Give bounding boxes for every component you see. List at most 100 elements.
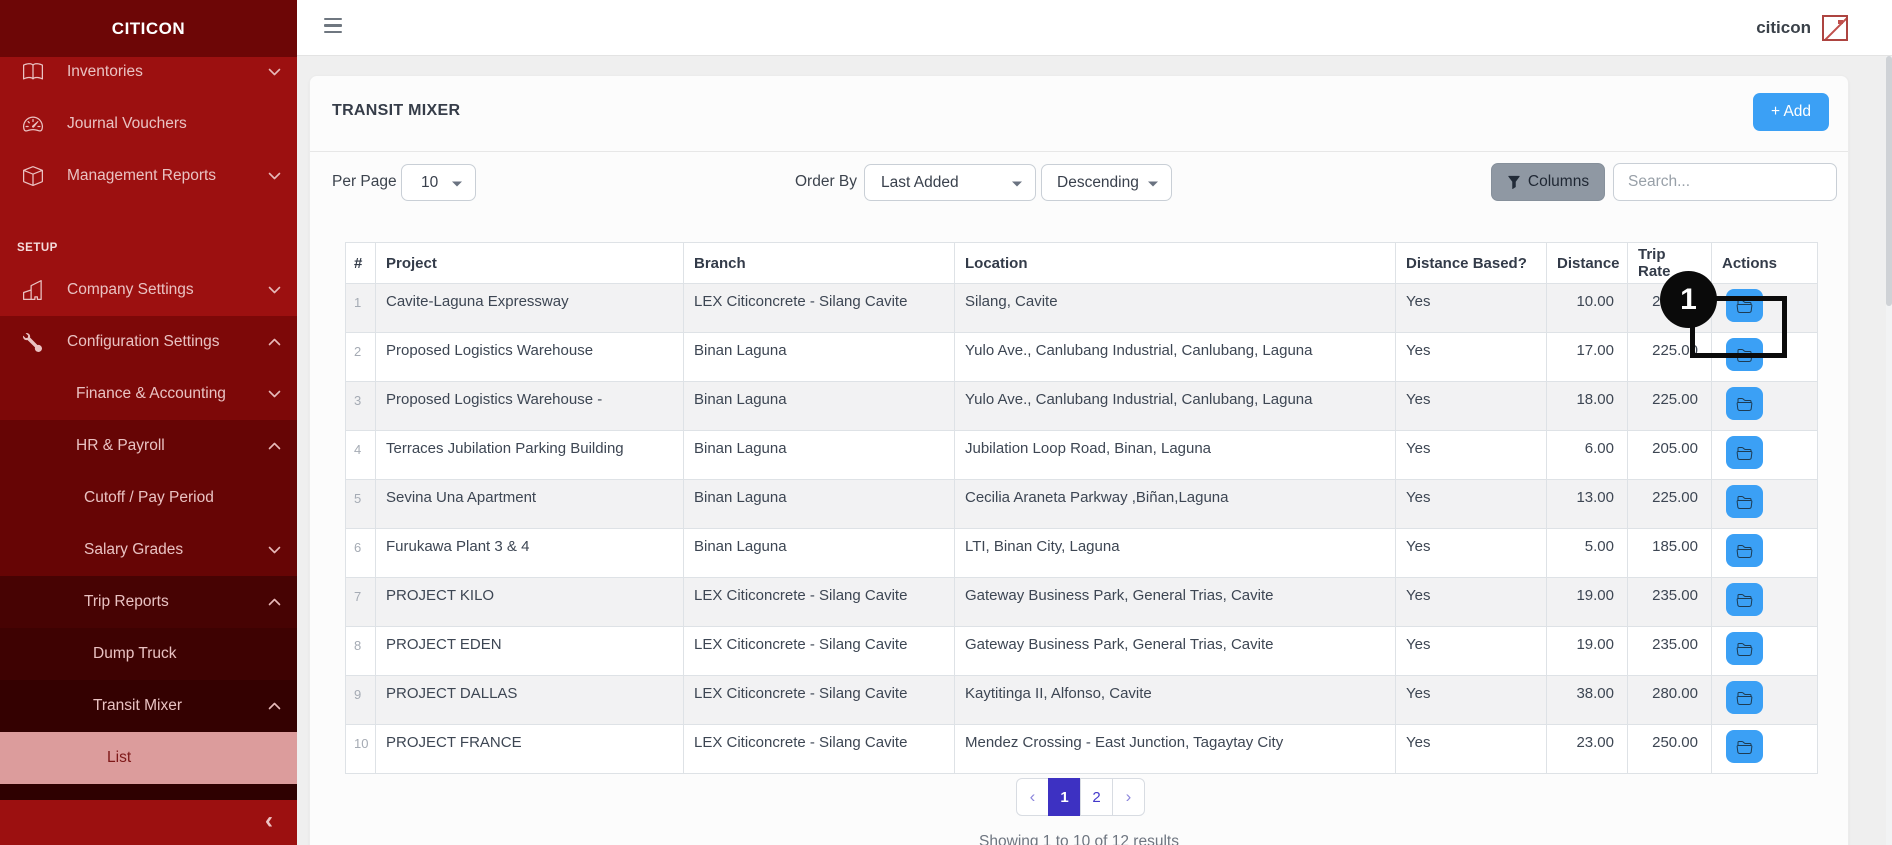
row-number: 9 bbox=[346, 676, 376, 725]
topbar: citicon bbox=[297, 0, 1892, 56]
trip-rate-cell: 225.00 bbox=[1628, 480, 1712, 529]
folder-open-icon bbox=[1736, 690, 1753, 706]
location-cell: Cecilia Araneta Parkway ,Biñan,Laguna bbox=[955, 480, 1396, 529]
distance-cell: 5.00 bbox=[1547, 529, 1628, 578]
gauge-icon bbox=[23, 113, 45, 135]
sidebar-item-dump-truck[interactable]: Dump Truck bbox=[0, 628, 297, 680]
sidebar-footer: ‹ bbox=[0, 800, 297, 845]
table-row: 9PROJECT DALLASLEX Citiconcrete - Silang… bbox=[346, 676, 1818, 725]
chevron-down-icon bbox=[452, 181, 462, 186]
sidebar-item-management-reports[interactable]: Management Reports bbox=[0, 150, 297, 202]
project-cell: PROJECT EDEN bbox=[376, 627, 684, 676]
project-cell: Terraces Jubilation Parking Building bbox=[376, 431, 684, 480]
chevron-down-icon bbox=[268, 68, 281, 77]
distance-based-cell: Yes bbox=[1396, 431, 1547, 480]
distance-based-cell: Yes bbox=[1396, 382, 1547, 431]
scrollbar-thumb[interactable] bbox=[1886, 56, 1892, 306]
sidebar-item-label: Cutoff / Pay Period bbox=[84, 489, 214, 507]
page-2[interactable]: 2 bbox=[1080, 778, 1113, 816]
branch-cell: Binan Laguna bbox=[684, 480, 955, 529]
folder-open-icon bbox=[1736, 445, 1753, 461]
sidebar-item-trip-reports[interactable]: Trip Reports bbox=[0, 576, 297, 628]
distance-based-cell: Yes bbox=[1396, 333, 1547, 382]
location-cell: Kaytitinga II, Alfonso, Cavite bbox=[955, 676, 1396, 725]
column-header-location: Location bbox=[955, 243, 1396, 284]
pagination: ‹12› bbox=[1016, 778, 1145, 816]
column-header-project: Project bbox=[376, 243, 684, 284]
collapse-sidebar-icon[interactable]: ‹ bbox=[265, 809, 273, 833]
open-record-button[interactable] bbox=[1726, 730, 1763, 763]
column-header-distance-based: Distance Based? bbox=[1396, 243, 1547, 284]
order-by-select[interactable]: Last Added bbox=[864, 164, 1036, 201]
location-cell: Gateway Business Park, General Trias, Ca… bbox=[955, 627, 1396, 676]
open-record-button[interactable] bbox=[1726, 387, 1763, 420]
per-page-value: 10 bbox=[421, 174, 438, 192]
sidebar-item-finance-accounting[interactable]: Finance & Accounting bbox=[0, 368, 297, 420]
distance-based-cell: Yes bbox=[1396, 529, 1547, 578]
page-1[interactable]: 1 bbox=[1048, 778, 1081, 816]
location-cell: Silang, Cavite bbox=[955, 284, 1396, 333]
chevron-up-icon bbox=[268, 442, 281, 451]
location-cell: Yulo Ave., Canlubang Industrial, Canluba… bbox=[955, 382, 1396, 431]
sidebar-item-label: Management Reports bbox=[67, 167, 216, 185]
open-record-button[interactable] bbox=[1726, 485, 1763, 518]
distance-cell: 19.00 bbox=[1547, 578, 1628, 627]
sidebar-item-label: HR & Payroll bbox=[76, 437, 165, 455]
scrollbar[interactable] bbox=[1886, 56, 1892, 845]
branch-cell: LEX Citiconcrete - Silang Cavite bbox=[684, 676, 955, 725]
company-logo-icon bbox=[1822, 15, 1848, 41]
chevron-down-icon bbox=[268, 286, 281, 295]
table-header: #ProjectBranchLocationDistance Based?Dis… bbox=[346, 243, 1818, 284]
branch-cell: Binan Laguna bbox=[684, 382, 955, 431]
sidebar-item-label: Dump Truck bbox=[93, 645, 177, 663]
actions-cell bbox=[1712, 627, 1818, 676]
distance-based-cell: Yes bbox=[1396, 284, 1547, 333]
prev-page[interactable]: ‹ bbox=[1016, 778, 1049, 816]
table-row: 5Sevina Una ApartmentBinan LagunaCecilia… bbox=[346, 480, 1818, 529]
table-row: 1Cavite-Laguna ExpresswayLEX Citiconcret… bbox=[346, 284, 1818, 333]
open-record-button[interactable] bbox=[1726, 681, 1763, 714]
chevron-up-icon bbox=[268, 338, 281, 347]
main-content: TRANSIT MIXER + Add Per Page 10 Order By… bbox=[297, 57, 1892, 845]
project-cell: PROJECT FRANCE bbox=[376, 725, 684, 774]
sidebar-item-company-settings[interactable]: Company Settings bbox=[0, 264, 297, 316]
add-button[interactable]: + Add bbox=[1753, 93, 1829, 131]
sidebar-item-salary-grades[interactable]: Salary Grades bbox=[0, 524, 297, 576]
sidebar-item-journal-vouchers[interactable]: Journal Vouchers bbox=[0, 98, 297, 150]
open-record-button[interactable] bbox=[1726, 436, 1763, 469]
trip-rate-cell: 235.00 bbox=[1628, 578, 1712, 627]
branch-cell: Binan Laguna bbox=[684, 333, 955, 382]
next-page[interactable]: › bbox=[1112, 778, 1145, 816]
search-input[interactable] bbox=[1613, 163, 1837, 201]
sidebar-item-label: Company Settings bbox=[67, 281, 194, 299]
sidebar-item-transit-mixer[interactable]: Transit Mixer bbox=[0, 680, 297, 732]
chevron-down-icon bbox=[268, 390, 281, 399]
per-page-select[interactable]: 10 bbox=[401, 164, 476, 201]
columns-button[interactable]: Columns bbox=[1491, 163, 1605, 201]
open-record-button[interactable] bbox=[1726, 632, 1763, 665]
distance-based-cell: Yes bbox=[1396, 676, 1547, 725]
order-direction-select[interactable]: Descending bbox=[1041, 164, 1172, 201]
row-number: 10 bbox=[346, 725, 376, 774]
chevron-down-icon bbox=[268, 172, 281, 181]
sidebar-item-cutoff-pay-period[interactable]: Cutoff / Pay Period bbox=[0, 472, 297, 524]
distance-based-cell: Yes bbox=[1396, 725, 1547, 774]
sidebar-item-hr-payroll[interactable]: HR & Payroll bbox=[0, 420, 297, 472]
open-record-button[interactable] bbox=[1726, 534, 1763, 567]
branch-cell: Binan Laguna bbox=[684, 431, 955, 480]
actions-cell bbox=[1712, 725, 1818, 774]
topbar-right: citicon bbox=[1756, 0, 1848, 56]
open-record-button[interactable] bbox=[1726, 583, 1763, 616]
app-root: CITICON InventoriesJournal VouchersManag… bbox=[0, 0, 1892, 845]
chevron-down-icon bbox=[268, 546, 281, 555]
distance-cell: 17.00 bbox=[1547, 333, 1628, 382]
chevron-up-icon bbox=[268, 702, 281, 711]
column-header-distance: Distance bbox=[1547, 243, 1628, 284]
folder-open-icon bbox=[1736, 592, 1753, 608]
sidebar-item-label: Trip Reports bbox=[84, 593, 169, 611]
distance-cell: 10.00 bbox=[1547, 284, 1628, 333]
sidebar-item-configuration-settings[interactable]: Configuration Settings bbox=[0, 316, 297, 368]
menu-icon[interactable] bbox=[324, 18, 342, 38]
sidebar-item-list[interactable]: List bbox=[0, 732, 297, 784]
branch-cell: LEX Citiconcrete - Silang Cavite bbox=[684, 578, 955, 627]
